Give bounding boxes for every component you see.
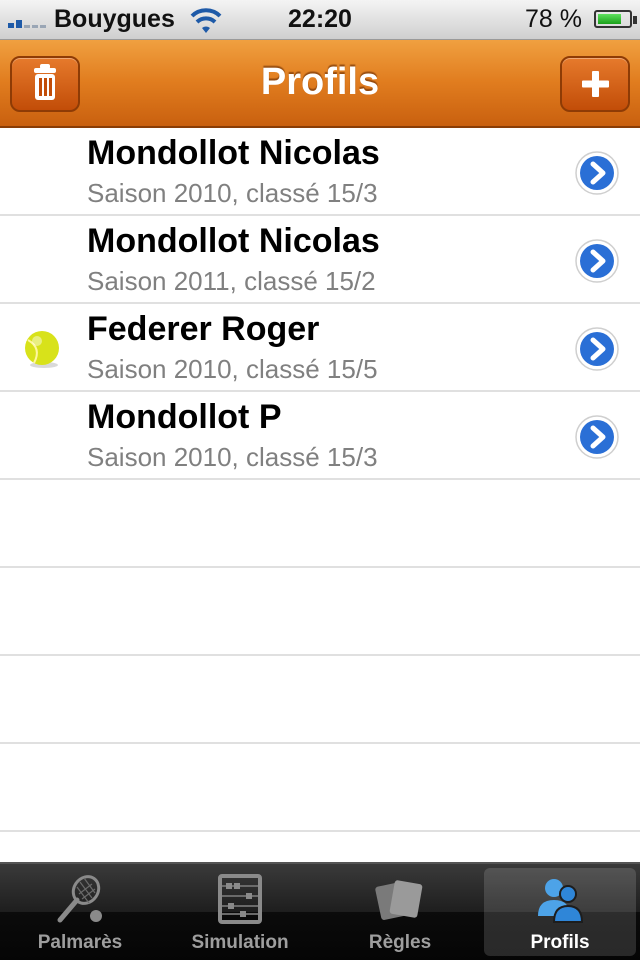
empty-row [0,744,640,832]
tab-label: Simulation [191,932,289,953]
tab-palmares[interactable]: Palmarès [4,868,156,956]
users-icon [538,879,584,923]
delete-profile-button[interactable] [10,56,80,112]
tab-simulation[interactable]: Simulation [164,868,316,956]
profile-name: Federer Roger [87,310,320,348]
tab-profils[interactable]: Profils [484,868,636,956]
tennis-racket-icon [57,875,102,923]
trash-icon [34,64,56,100]
tab-label: Palmarès [37,932,123,953]
plus-icon [582,71,609,97]
detail-disclosure-icon[interactable] [574,326,620,372]
profile-row[interactable]: Federer Roger Saison 2010, classé 15/5 [0,304,640,392]
profile-name: Mondollot Nicolas [87,222,380,260]
profile-detail: Saison 2010, classé 15/3 [87,178,378,208]
detail-disclosure-icon[interactable] [574,150,620,196]
detail-disclosure-icon[interactable] [574,414,620,460]
tab-label: Règles [368,932,432,953]
tab-regles[interactable]: Règles [324,868,476,956]
battery-percentage: 78 % [525,5,582,33]
tab-label: Profils [530,932,590,953]
profile-detail: Saison 2010, classé 15/5 [87,354,378,384]
battery-icon [594,10,632,28]
profile-row[interactable]: Mondollot Nicolas Saison 2010, classé 15… [0,128,640,216]
navigation-bar: Profils [0,40,640,128]
profile-row[interactable]: Mondollot P Saison 2010, classé 15/3 [0,392,640,480]
empty-row [0,480,640,568]
page-title: Profils [260,61,380,103]
detail-disclosure-icon[interactable] [574,238,620,284]
profile-detail: Saison 2010, classé 15/3 [87,442,378,472]
profile-detail: Saison 2011, classé 15/2 [87,266,376,296]
tennis-ball-icon [25,331,59,368]
profiles-list: Mondollot Nicolas Saison 2010, classé 15… [0,128,640,862]
status-bar: Bouygues 22:20 78 % [0,0,640,40]
profile-name: Mondollot P [87,398,282,436]
abacus-icon [218,874,262,924]
profile-row[interactable]: Mondollot Nicolas Saison 2011, classé 15… [0,216,640,304]
cards-icon [375,880,423,920]
empty-row [0,568,640,656]
profile-name: Mondollot Nicolas [87,134,380,172]
add-profile-button[interactable] [560,56,630,112]
empty-row [0,656,640,744]
tab-bar: Palmarès Simulation Règles Profils [0,862,640,960]
